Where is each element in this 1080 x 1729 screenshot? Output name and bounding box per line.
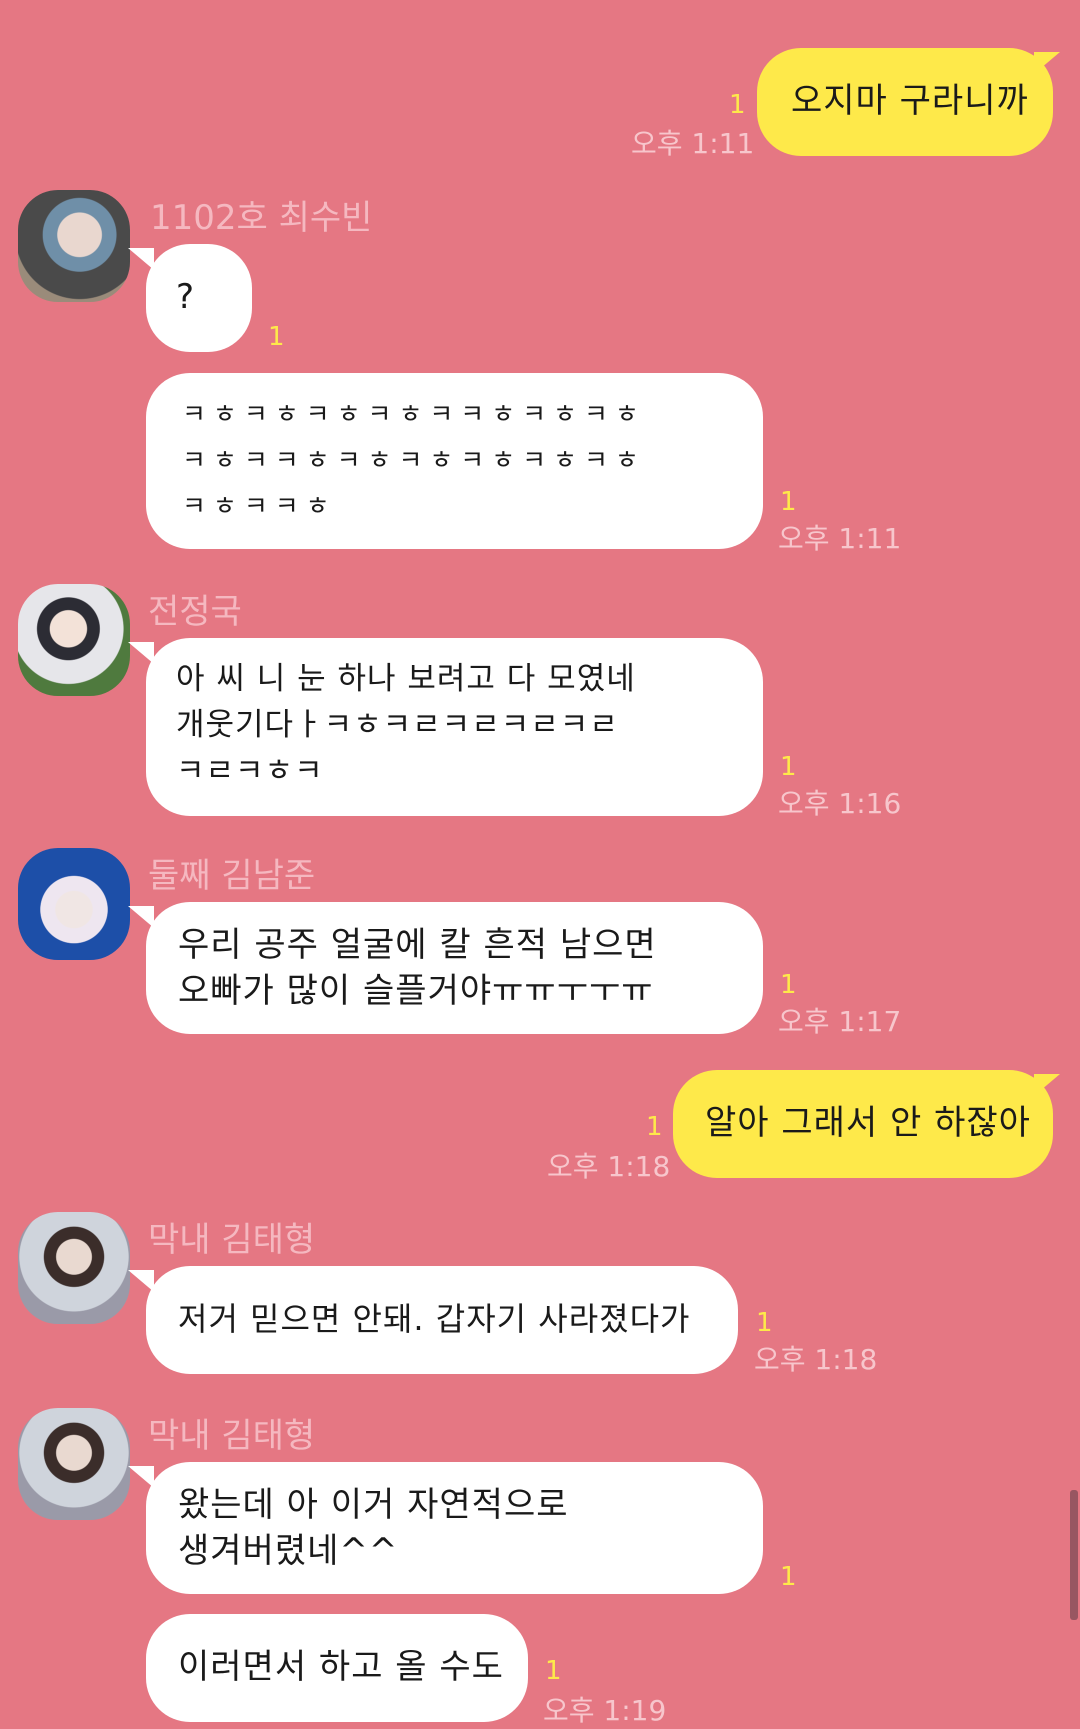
message-bubble[interactable]: 우리 공주 얼굴에 칼 흔적 남으면 오빠가 많이 슬플거야ㅠㅠㅜㅜㅠ [146, 902, 763, 1034]
message-time: 오후 1:18 [547, 1150, 671, 1183]
message-bubble[interactable]: 아 씨 니 눈 하나 보려고 다 모였네 개웃기다ㅏㅋㅎㅋㄹㅋㄹㅋㄹㅋㄹ ㅋㄹㅋ… [146, 638, 763, 816]
message-time: 오후 1:16 [778, 787, 902, 820]
message-bubble[interactable]: 저거 믿으면 안돼. 갑자기 사라졌다가 [146, 1266, 738, 1374]
avatar-namjoon[interactable] [18, 848, 130, 960]
avatar-taehyung[interactable] [18, 1212, 130, 1324]
message-bubble-mine[interactable]: 알아 그래서 안 하잖아 [673, 1070, 1053, 1178]
unread-count: 1 [780, 970, 797, 1000]
message-bubble[interactable]: ㅋㅎㅋㅎㅋㅎㅋㅎㅋㅋㅎㅋㅎㅋㅎ ㅋㅎㅋㅋㅎㅋㅎㅋㅎㅋㅎㅋㅎㅋㅎ ㅋㅎㅋㅋㅎ [146, 373, 763, 549]
avatar-taehyung[interactable] [18, 1408, 130, 1520]
sender-name: 전정국 [148, 592, 242, 632]
avatar-jungkook[interactable] [18, 584, 130, 696]
avatar-soobin[interactable] [18, 190, 130, 302]
message-bubble[interactable]: ? [146, 244, 252, 352]
sender-name: 1102호 최수빈 [150, 198, 373, 238]
message-bubble[interactable]: 이러면서 하고 올 수도 [146, 1614, 528, 1722]
sender-name: 막내 김태형 [148, 1220, 316, 1260]
unread-count: 1 [545, 1656, 562, 1686]
unread-count: 1 [646, 1112, 663, 1142]
message-bubble-mine[interactable]: 오지마 구라니까 [757, 48, 1053, 156]
unread-count: 1 [268, 322, 285, 352]
message-time: 오후 1:11 [778, 522, 902, 555]
sender-name: 둘째 김남준 [148, 856, 316, 896]
unread-count: 1 [780, 1562, 797, 1592]
message-time: 오후 1:11 [631, 127, 755, 160]
message-bubble[interactable]: 왔는데 아 이거 자연적으로 생겨버렸네^^ [146, 1462, 763, 1594]
unread-count: 1 [729, 90, 746, 120]
message-time: 오후 1:18 [754, 1343, 878, 1376]
unread-count: 1 [780, 752, 797, 782]
message-time: 오후 1:19 [543, 1694, 667, 1727]
scrollbar[interactable] [1070, 1490, 1078, 1620]
sender-name: 막내 김태형 [148, 1416, 316, 1456]
message-time: 오후 1:17 [778, 1005, 902, 1038]
unread-count: 1 [780, 487, 797, 517]
unread-count: 1 [756, 1308, 773, 1338]
